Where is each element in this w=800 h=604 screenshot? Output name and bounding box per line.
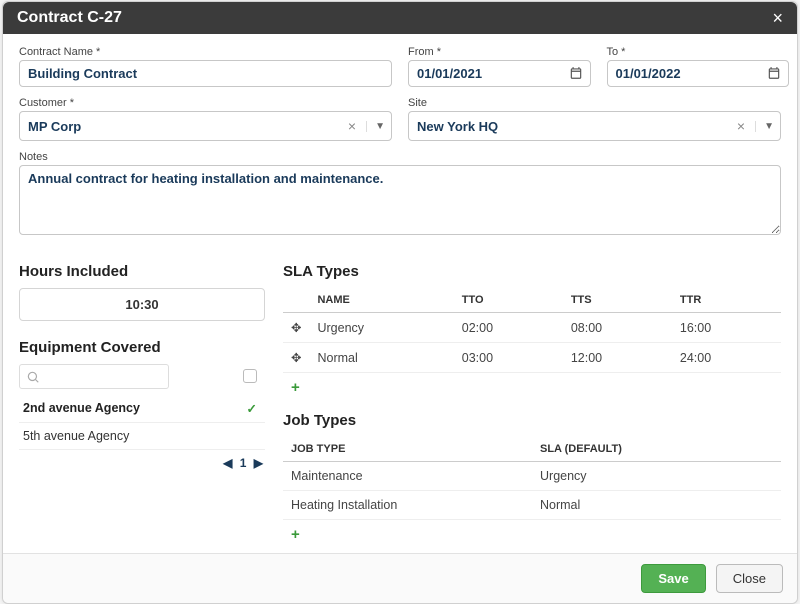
pager-page[interactable]: 1 (240, 456, 247, 470)
sla-row[interactable]: ✥ Urgency 02:00 08:00 16:00 (283, 313, 781, 343)
modal-header: Contract C-27 × (3, 2, 797, 34)
jobtype-row[interactable]: Heating Installation Normal (283, 491, 781, 520)
col-tto: TTO (454, 288, 563, 313)
modal-title: Contract C-27 (17, 9, 122, 27)
col-name: NAME (309, 288, 453, 313)
chevron-down-icon[interactable]: ▼ (366, 121, 385, 132)
site-select[interactable]: New York HQ × ▼ (408, 111, 781, 141)
col-tts: TTS (563, 288, 672, 313)
site-value: New York HQ (417, 119, 731, 134)
sla-types-title: SLA Types (283, 263, 781, 280)
equipment-select-all-checkbox[interactable] (243, 369, 257, 383)
equipment-search-input[interactable] (19, 364, 169, 389)
drag-handle-icon[interactable]: ✥ (283, 343, 309, 373)
col-jobtype: JOB TYPE (283, 437, 532, 462)
clear-icon[interactable]: × (342, 118, 362, 134)
to-date-input[interactable] (607, 60, 790, 87)
site-label: Site (408, 97, 781, 109)
contract-modal: Contract C-27 × Contract Name * From * T… (2, 1, 798, 604)
hours-included-title: Hours Included (19, 263, 265, 280)
contract-name-label: Contract Name * (19, 46, 392, 58)
notes-textarea[interactable] (19, 165, 781, 235)
equipment-covered-title: Equipment Covered (19, 339, 265, 356)
col-ttr: TTR (672, 288, 781, 313)
customer-value: MP Corp (28, 119, 342, 134)
add-jobtype-button[interactable]: + (283, 520, 781, 549)
form-body: Contract Name * From * To * (3, 34, 797, 251)
equipment-pager: ◀ 1 ▶ (19, 456, 265, 470)
to-label: To * (607, 46, 790, 58)
customer-select[interactable]: MP Corp × ▼ (19, 111, 392, 141)
add-sla-button[interactable]: + (283, 373, 781, 402)
pager-prev-icon[interactable]: ◀ (223, 456, 232, 470)
clear-icon[interactable]: × (731, 118, 751, 134)
notes-label: Notes (19, 151, 781, 163)
equipment-row[interactable]: 2nd avenue Agency ✓ (19, 395, 265, 423)
jobtype-row[interactable]: Maintenance Urgency (283, 462, 781, 491)
close-button[interactable]: Close (716, 564, 783, 593)
equipment-name: 2nd avenue Agency (23, 401, 140, 415)
close-icon[interactable]: × (772, 9, 783, 27)
hours-included-value[interactable]: 10:30 (19, 288, 265, 321)
chevron-down-icon[interactable]: ▼ (755, 121, 774, 132)
check-icon: ✓ (247, 401, 257, 416)
from-date-input[interactable] (408, 60, 591, 87)
contract-name-input[interactable] (19, 60, 392, 87)
job-types-title: Job Types (283, 412, 781, 429)
equipment-name: 5th avenue Agency (23, 429, 129, 443)
save-button[interactable]: Save (641, 564, 705, 593)
modal-footer: Save Close (3, 553, 797, 603)
search-icon (26, 369, 40, 384)
job-types-table: JOB TYPE SLA (DEFAULT) Maintenance Urgen… (283, 437, 781, 520)
equipment-row[interactable]: 5th avenue Agency (19, 423, 265, 450)
col-sla: SLA (DEFAULT) (532, 437, 781, 462)
pager-next-icon[interactable]: ▶ (254, 456, 263, 470)
customer-label: Customer * (19, 97, 392, 109)
drag-handle-icon[interactable]: ✥ (283, 313, 309, 343)
from-label: From * (408, 46, 591, 58)
sla-types-table: NAME TTO TTS TTR ✥ Urgency 02:00 08:00 1… (283, 288, 781, 373)
sla-row[interactable]: ✥ Normal 03:00 12:00 24:00 (283, 343, 781, 373)
